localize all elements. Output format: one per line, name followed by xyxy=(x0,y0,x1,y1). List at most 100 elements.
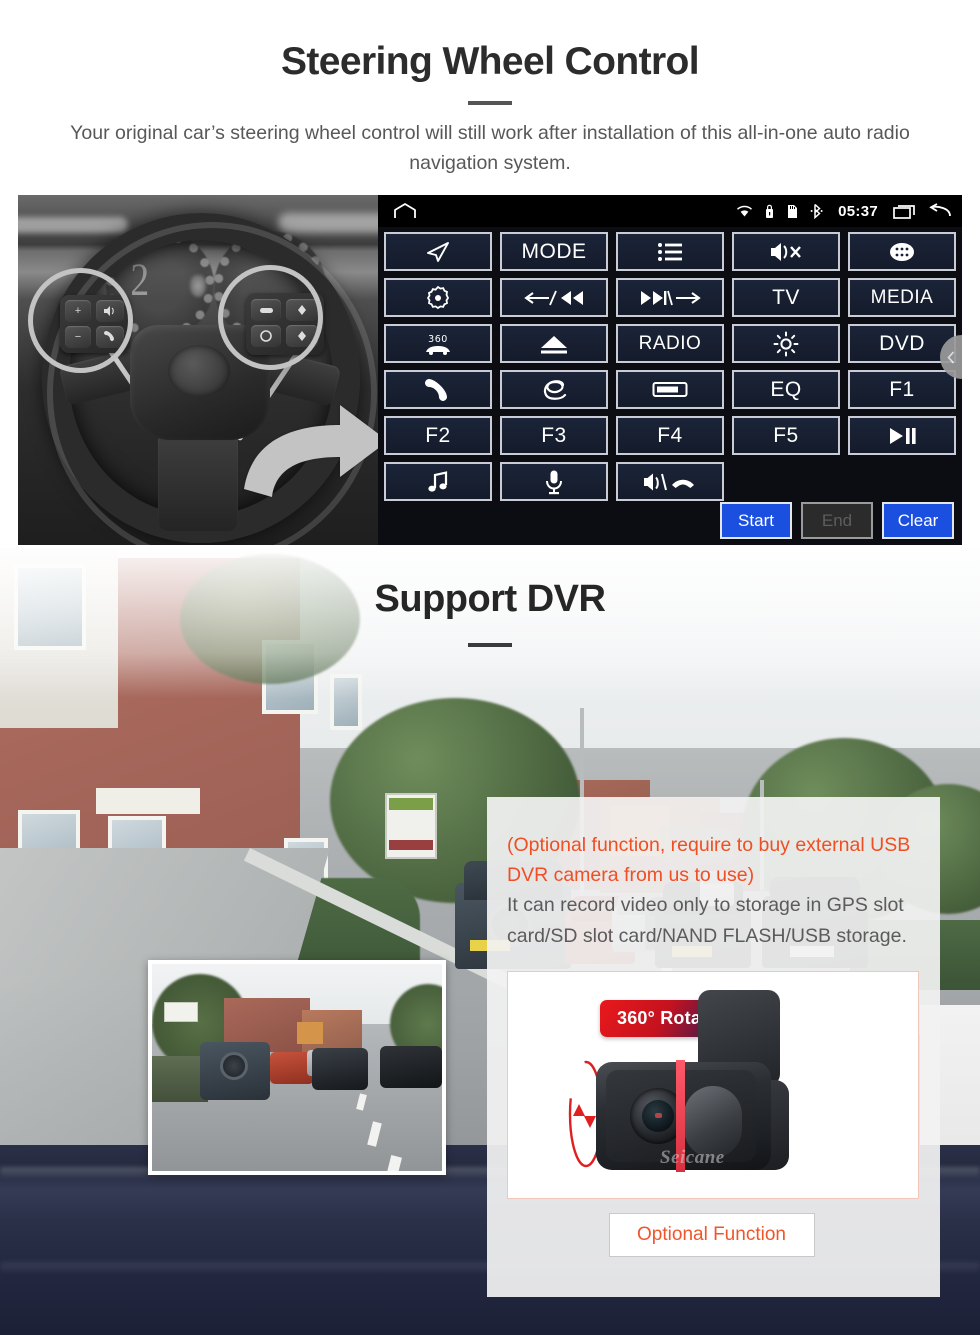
key-next[interactable] xyxy=(616,278,724,317)
key-radio[interactable]: RADIO xyxy=(616,324,724,363)
key-play-pause[interactable] xyxy=(848,416,956,455)
key-microphone[interactable] xyxy=(500,462,608,501)
swc-learning-keypad: MODE TV MEDIA 360 RADIO DVD EQ F1 F2 F3 … xyxy=(378,227,962,501)
key-empty-1 xyxy=(732,462,840,501)
key-mute-hangup[interactable] xyxy=(616,462,724,501)
dvr-recording-preview xyxy=(148,960,446,1175)
key-360-camera[interactable]: 360 xyxy=(384,324,492,363)
key-f3[interactable]: F3 xyxy=(500,416,608,455)
phone-icon xyxy=(425,378,447,401)
steering-wheel-control-panel: 2 + − 05:37 MODE TV MEDIA 360 RADIO DVD … xyxy=(18,195,962,545)
steering-wheel-photo: 2 + − xyxy=(18,195,378,545)
dvr-optional-note: (Optional function, require to buy exter… xyxy=(507,834,911,886)
clear-button[interactable]: Clear xyxy=(882,502,954,539)
highlight-circle-right xyxy=(218,265,323,370)
chevron-left-icon xyxy=(947,350,955,364)
recents-icon[interactable] xyxy=(893,203,917,220)
key-mute[interactable] xyxy=(732,232,840,271)
airbag-emblem xyxy=(168,345,230,397)
key-navigation[interactable] xyxy=(384,232,492,271)
key-f5[interactable]: F5 xyxy=(732,416,840,455)
brightness-icon xyxy=(773,331,799,356)
key-phone[interactable] xyxy=(384,370,492,409)
music-note-icon xyxy=(428,470,448,492)
pointing-arrow-icon xyxy=(244,405,378,497)
wifi-icon xyxy=(736,205,753,218)
key-empty-2 xyxy=(848,462,956,501)
head-unit-screen: 05:37 MODE TV MEDIA 360 RADIO DVD EQ F1 … xyxy=(378,195,962,545)
preview-orange-building xyxy=(297,1022,323,1044)
key-tv[interactable]: TV xyxy=(732,278,840,317)
bluetooth-icon xyxy=(810,203,823,219)
swc-action-buttons: Start End Clear xyxy=(720,502,954,539)
key-loop[interactable] xyxy=(500,370,608,409)
key-f2[interactable]: F2 xyxy=(384,416,492,455)
screen-window-icon xyxy=(652,381,688,397)
list-icon xyxy=(658,242,682,261)
eject-icon xyxy=(541,335,567,353)
loop-swirl-icon xyxy=(543,379,567,400)
optional-function-button[interactable]: Optional Function xyxy=(608,1213,815,1257)
navigation-arrow-icon xyxy=(427,241,449,262)
home-button[interactable] xyxy=(392,202,418,220)
start-button[interactable]: Start xyxy=(720,502,792,539)
wheel-spoke-bottom xyxy=(158,431,238,531)
back-icon[interactable] xyxy=(928,202,952,220)
key-power[interactable] xyxy=(384,278,492,317)
preview-black-suv xyxy=(380,1046,442,1088)
key-screen[interactable] xyxy=(616,370,724,409)
key-eq[interactable]: EQ xyxy=(732,370,840,409)
key-label: F4 xyxy=(657,423,683,447)
key-label: MEDIA xyxy=(870,286,934,308)
dvr-storage-note: It can record video only to storage in G… xyxy=(507,894,907,947)
mute-icon xyxy=(771,242,801,261)
sd-card-icon xyxy=(786,204,799,219)
key-music[interactable] xyxy=(384,462,492,501)
key-label: MODE xyxy=(521,239,587,263)
power-gear-icon xyxy=(426,285,450,309)
microphone-icon xyxy=(546,470,562,494)
key-f1[interactable]: F1 xyxy=(848,370,956,409)
preview-dark-car xyxy=(312,1048,368,1090)
android-status-bar: 05:37 xyxy=(378,195,962,227)
key-label: F2 xyxy=(425,423,451,447)
key-eject[interactable] xyxy=(500,324,608,363)
svg-text:360: 360 xyxy=(428,334,448,345)
sign-band xyxy=(389,798,433,810)
key-label: TV xyxy=(772,285,800,309)
key-apps[interactable] xyxy=(848,232,956,271)
dash-reflection-right xyxy=(278,213,378,233)
status-bar-clock: 05:37 xyxy=(838,202,878,220)
next-track-icon xyxy=(641,290,701,305)
key-media[interactable]: MEDIA xyxy=(848,278,956,317)
end-button: End xyxy=(801,502,873,539)
key-brightness[interactable] xyxy=(732,324,840,363)
preview-spare-wheel xyxy=(220,1052,248,1080)
highlight-circle-left xyxy=(28,268,133,373)
key-label: RADIO xyxy=(638,332,702,354)
dash-reflection-left xyxy=(18,217,128,233)
page-title: Steering Wheel Control xyxy=(281,40,700,83)
brand-logo: Seicane xyxy=(660,1147,725,1168)
porch-canopy xyxy=(96,788,200,814)
key-f4[interactable]: F4 xyxy=(616,416,724,455)
preview-sign xyxy=(164,1002,198,1022)
usb-lock-icon xyxy=(764,204,775,219)
dvr-title-divider xyxy=(468,643,512,647)
key-label: F5 xyxy=(773,423,799,447)
key-label: EQ xyxy=(770,377,802,401)
key-list[interactable] xyxy=(616,232,724,271)
apps-grid-icon xyxy=(890,242,914,261)
key-mode[interactable]: MODE xyxy=(500,232,608,271)
dvr-info-card: (Optional function, require to buy exter… xyxy=(487,797,940,1297)
dvr-section-title: Support DVR xyxy=(374,578,606,620)
page-subtitle: Your original car’s steering wheel contr… xyxy=(70,122,910,174)
play-pause-icon xyxy=(890,427,916,444)
sign-band-2 xyxy=(389,840,433,850)
dvr-camera-product-image: 360° Rotatable Seicane xyxy=(507,971,919,1199)
home-icon xyxy=(394,203,416,218)
360-camera-icon: 360 xyxy=(426,334,450,355)
title-fade-overlay xyxy=(0,548,980,698)
key-previous[interactable] xyxy=(500,278,608,317)
key-label: F3 xyxy=(541,423,567,447)
